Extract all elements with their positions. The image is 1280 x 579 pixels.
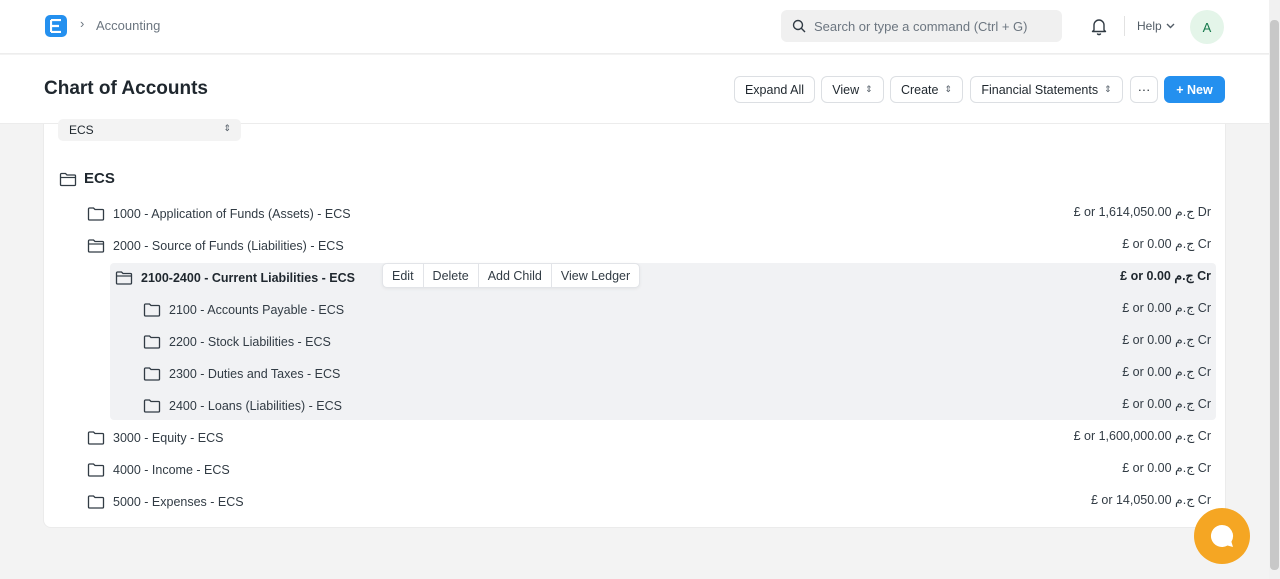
chevron-down-icon: [1166, 23, 1175, 29]
sort-updown-icon: ⇕: [223, 123, 231, 133]
view-dropdown-button[interactable]: View ⇕: [821, 76, 884, 103]
tree-root[interactable]: ECS: [59, 170, 115, 187]
expand-all-label: Expand All: [744, 82, 805, 97]
tree-row-label: 1000 - Application of Funds (Assets) - E…: [113, 207, 351, 221]
new-label: + New: [1176, 82, 1213, 97]
chat-widget-button[interactable]: [1194, 508, 1250, 564]
avatar[interactable]: A: [1190, 10, 1224, 44]
search-input[interactable]: [814, 18, 1054, 34]
financial-statements-label: Financial Statements: [981, 82, 1099, 97]
folder-icon: [143, 303, 161, 317]
expand-all-button[interactable]: Expand All: [734, 76, 815, 103]
tree-row-balance: £ or 0.00 ج.م Cr: [1122, 333, 1211, 347]
search-bar[interactable]: [781, 10, 1062, 42]
folder-icon: [87, 207, 105, 221]
tree-row-balance: £ or 0.00 ج.م Cr: [1122, 461, 1211, 475]
view-ledger-button[interactable]: View Ledger: [552, 264, 639, 287]
folder-open-icon: [87, 239, 105, 253]
tree-row-balance: £ or 0.00 ج.م Cr: [1122, 237, 1211, 251]
tree-row-balance: £ or 0.00 ج.م Cr: [1122, 397, 1211, 411]
chat-icon: [1210, 524, 1233, 547]
tree-row-balance: £ or 0.00 ج.م Cr: [1122, 301, 1211, 315]
navbar: › Accounting Help A: [0, 0, 1280, 54]
help-dropdown[interactable]: Help: [1137, 19, 1175, 33]
edit-button[interactable]: Edit: [383, 264, 424, 287]
bell-icon[interactable]: [1089, 16, 1109, 36]
folder-open-icon: [115, 271, 133, 285]
tree-row-label: 2000 - Source of Funds (Liabilities) - E…: [113, 239, 344, 253]
new-button[interactable]: + New: [1164, 76, 1225, 103]
company-value: ECS: [69, 123, 94, 137]
view-label: View: [832, 82, 860, 97]
tree-row-selected[interactable]: 2100-2400 - Current Liabilities - ECS: [115, 268, 355, 288]
navbar-divider: [1124, 16, 1125, 36]
folder-icon: [143, 367, 161, 381]
tree-row[interactable]: 5000 - Expenses - ECS: [87, 492, 244, 512]
tree-row[interactable]: 2100 - Accounts Payable - ECS: [143, 300, 344, 320]
tree-row-label: 3000 - Equity - ECS: [113, 431, 224, 445]
tree-row[interactable]: 2300 - Duties and Taxes - ECS: [143, 364, 340, 384]
folder-open-icon: [59, 172, 77, 186]
sort-updown-icon: ⇕: [1104, 84, 1112, 94]
create-label: Create: [900, 82, 939, 97]
tree-row-label: 2100 - Accounts Payable - ECS: [169, 303, 345, 317]
page-head: Chart of Accounts Expand All View ⇕ Crea…: [0, 55, 1280, 124]
tree-row-label: 2300 - Duties and Taxes - ECS: [169, 367, 341, 381]
company-select[interactable]: ECS ⇕: [58, 119, 241, 141]
folder-icon: [87, 431, 105, 445]
tree-row[interactable]: 2400 - Loans (Liabilities) - ECS: [143, 396, 342, 416]
row-actions-toolbar: Edit Delete Add Child View Ledger: [382, 263, 641, 288]
financial-statements-button[interactable]: Financial Statements ⇕: [970, 76, 1123, 103]
scrollbar-thumb[interactable]: [1270, 20, 1279, 570]
tree-row[interactable]: 4000 - Income - ECS: [87, 460, 230, 480]
tree-row[interactable]: 2200 - Stock Liabilities - ECS: [143, 332, 331, 352]
tree-row-label: 4000 - Income - ECS: [113, 463, 230, 477]
sort-updown-icon: ⇕: [944, 84, 953, 94]
tree-row[interactable]: 1000 - Application of Funds (Assets) - E…: [87, 204, 351, 224]
create-dropdown-button[interactable]: Create ⇕: [890, 76, 963, 103]
delete-button[interactable]: Delete: [424, 264, 479, 287]
page-title: Chart of Accounts: [44, 78, 208, 99]
folder-icon: [87, 463, 105, 477]
tree-row-balance: £ or 14,050.00 ج.م Cr: [1090, 493, 1211, 507]
tree-row-balance: £ or 0.00 ج.م Cr: [1120, 269, 1211, 283]
add-child-button[interactable]: Add Child: [479, 264, 552, 287]
help-label: Help: [1137, 19, 1162, 33]
tree-row[interactable]: 2000 - Source of Funds (Liabilities) - E…: [87, 236, 344, 256]
tree-row[interactable]: 3000 - Equity - ECS: [87, 428, 223, 448]
folder-icon: [143, 399, 161, 413]
tree-row-balance: £ or 1,614,050.00 ج.م Dr: [1073, 205, 1211, 219]
tree-row-label: 2100-2400 - Current Liabilities - ECS: [141, 271, 355, 285]
tree-row-label: 2400 - Loans (Liabilities) - ECS: [169, 399, 342, 413]
tree-row-balance: £ or 0.00 ج.م Cr: [1122, 365, 1211, 379]
tree-row-balance: £ or 1,600,000.00 ج.م Cr: [1073, 429, 1211, 443]
sort-updown-icon: ⇕: [865, 84, 873, 94]
breadcrumb-accounting[interactable]: Accounting: [96, 18, 160, 33]
folder-icon: [143, 335, 161, 349]
folder-icon: [87, 495, 105, 509]
app-logo-icon[interactable]: [45, 15, 67, 37]
tree-root-label: ECS: [84, 170, 115, 187]
tree-row-label: 5000 - Expenses - ECS: [113, 495, 244, 509]
more-label: ···: [1137, 82, 1151, 97]
tree-row-label: 2200 - Stock Liabilities - ECS: [169, 335, 331, 349]
more-actions-button[interactable]: ···: [1130, 76, 1158, 103]
search-icon: [792, 19, 806, 33]
breadcrumb-separator: ›: [80, 16, 85, 31]
